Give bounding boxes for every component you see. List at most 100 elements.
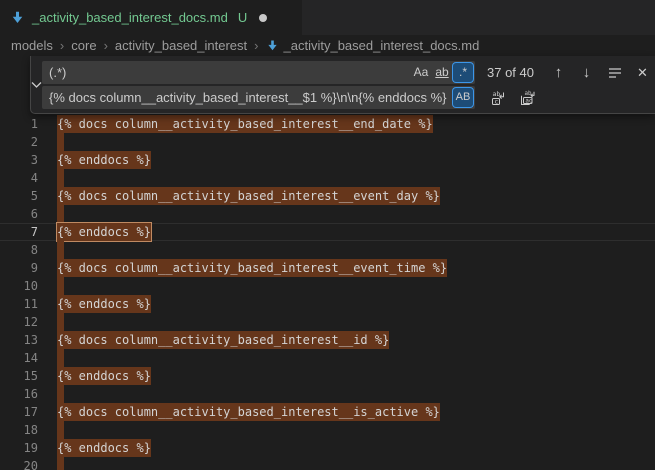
editor-line[interactable]: 8 [0,241,655,259]
editor-line[interactable]: 18 [0,421,655,439]
arrow-down-icon: ↓ [583,64,591,81]
line-number: 6 [0,205,38,223]
previous-match-button[interactable]: ↑ [548,62,569,83]
line-number: 10 [0,277,38,295]
tab-active-file[interactable]: _activity_based_interest_docs.md U [0,0,302,35]
find-match-highlight [57,457,64,470]
replace-input[interactable] [49,90,452,105]
find-match-highlight [57,385,64,403]
find-match-highlight: {% enddocs %} [57,151,151,169]
line-number: 4 [0,169,38,187]
line-number: 1 [0,115,38,133]
breadcrumb-separator-icon: › [60,38,64,53]
editor-line[interactable]: 1 {% docs column__activity_based_interest… [0,115,655,133]
replace-icon: ab c [491,90,507,106]
toggle-replace-button[interactable] [31,56,42,113]
editor-line[interactable]: 17 {% docs column__activity_based_interes… [0,403,655,421]
match-count: 37 of 40 [487,65,541,80]
svg-text:ab: ab [525,91,532,97]
match-case-toggle[interactable]: Aa [411,63,431,82]
line-number: 12 [0,313,38,331]
find-match-highlight: {% enddocs %} [57,367,151,385]
find-match-highlight: {% enddocs %} [57,439,151,457]
find-match-highlight [57,313,64,331]
find-match-highlight: {% docs column__activity_based_interest_… [57,259,447,277]
replace-all-icon: ab ac [520,90,536,106]
find-match-highlight [57,133,64,151]
line-number: 14 [0,349,38,367]
breadcrumb-separator-icon: › [104,38,108,53]
markdown-file-icon [10,10,25,25]
breadcrumb-item-file[interactable]: _activity_based_interest_docs.md [284,38,480,53]
svg-text:c: c [494,97,498,105]
regex-toggle[interactable]: .* [453,63,473,82]
editor-line[interactable]: 13 {% docs column__activity_based_interes… [0,331,655,349]
replace-all-button[interactable]: ab ac [517,87,539,109]
line-number: 3 [0,151,38,169]
find-match-highlight [57,349,64,367]
find-match-highlight [57,421,64,439]
replace-button[interactable]: ab c [488,87,510,109]
tab-bar: _activity_based_interest_docs.md U [0,0,655,35]
find-match-highlight [57,169,64,187]
replace-input-box: AB [42,86,475,109]
editor-line[interactable]: 15 {% enddocs %} [0,367,655,385]
editor-line[interactable]: 4 [0,169,655,187]
find-match-highlight: {% enddocs %} [57,295,151,313]
line-number: 13 [0,331,38,349]
editor-pane[interactable]: 1 {% docs column__activity_based_interest… [0,56,655,470]
breadcrumb-separator-icon: › [254,38,258,53]
find-replace-widget: Aa ab .* 37 of 40 ↑ ↓ ✕ AB [30,56,655,114]
line-number: 11 [0,295,38,313]
editor-line[interactable]: 11 {% enddocs %} [0,295,655,313]
line-number: 17 [0,403,38,421]
editor-line[interactable]: 9 {% docs column__activity_based_interest… [0,259,655,277]
markdown-file-icon [266,39,279,52]
find-match-highlight: {% docs column__activity_based_interest_… [57,331,389,349]
line-number: 20 [0,457,38,470]
editor-lines: 1 {% docs column__activity_based_interest… [0,115,655,470]
editor-line[interactable]: 16 [0,385,655,403]
find-match-highlight: {% docs column__activity_based_interest_… [57,115,433,133]
close-find-widget-button[interactable]: ✕ [632,62,653,83]
line-number: 18 [0,421,38,439]
arrow-up-icon: ↑ [555,64,563,81]
line-number: 15 [0,367,38,385]
editor-line[interactable]: 12 [0,313,655,331]
editor-line[interactable]: 14 [0,349,655,367]
editor-line[interactable]: 5 {% docs column__activity_based_interest… [0,187,655,205]
editor-line[interactable]: 19{% enddocs %} [0,439,655,457]
breadcrumb-item-folder[interactable]: activity_based_interest [115,38,247,53]
editor-line[interactable]: 10 [0,277,655,295]
breadcrumb-item-models[interactable]: models [11,38,53,53]
line-number: 9 [0,259,38,277]
line-number: 8 [0,241,38,259]
whole-word-toggle[interactable]: ab [432,63,452,82]
editor-line[interactable]: 6 [0,205,655,223]
line-number: 2 [0,133,38,151]
svg-text:ac: ac [525,98,532,104]
find-match-highlight: {% enddocs %} [57,223,151,241]
preserve-case-toggle[interactable]: AB [453,88,473,107]
find-match-highlight: {% docs column__activity_based_interest_… [57,187,440,205]
editor-line[interactable]: 7 {% enddocs %} [0,223,655,241]
find-match-highlight: {% docs column__activity_based_interest_… [57,403,440,421]
editor-line[interactable]: 2 [0,133,655,151]
breadcrumb-item-core[interactable]: core [71,38,96,53]
modified-dot-icon[interactable] [259,14,267,22]
find-input-box: Aa ab .* [42,61,475,84]
find-match-highlight [57,241,64,259]
next-match-button[interactable]: ↓ [576,62,597,83]
git-status-badge: U [238,10,247,25]
find-in-selection-button[interactable] [604,62,625,83]
editor-line[interactable]: 3 {% enddocs %} [0,151,655,169]
line-number: 5 [0,187,38,205]
line-number: 16 [0,385,38,403]
line-number: 7 [0,223,38,241]
editor-line[interactable]: 20 [0,457,655,470]
find-input[interactable] [49,65,410,80]
find-match-highlight [57,205,64,223]
tab-title: _activity_based_interest_docs.md [32,10,228,25]
breadcrumb: models › core › activity_based_interest … [0,35,655,56]
close-icon: ✕ [637,65,648,81]
